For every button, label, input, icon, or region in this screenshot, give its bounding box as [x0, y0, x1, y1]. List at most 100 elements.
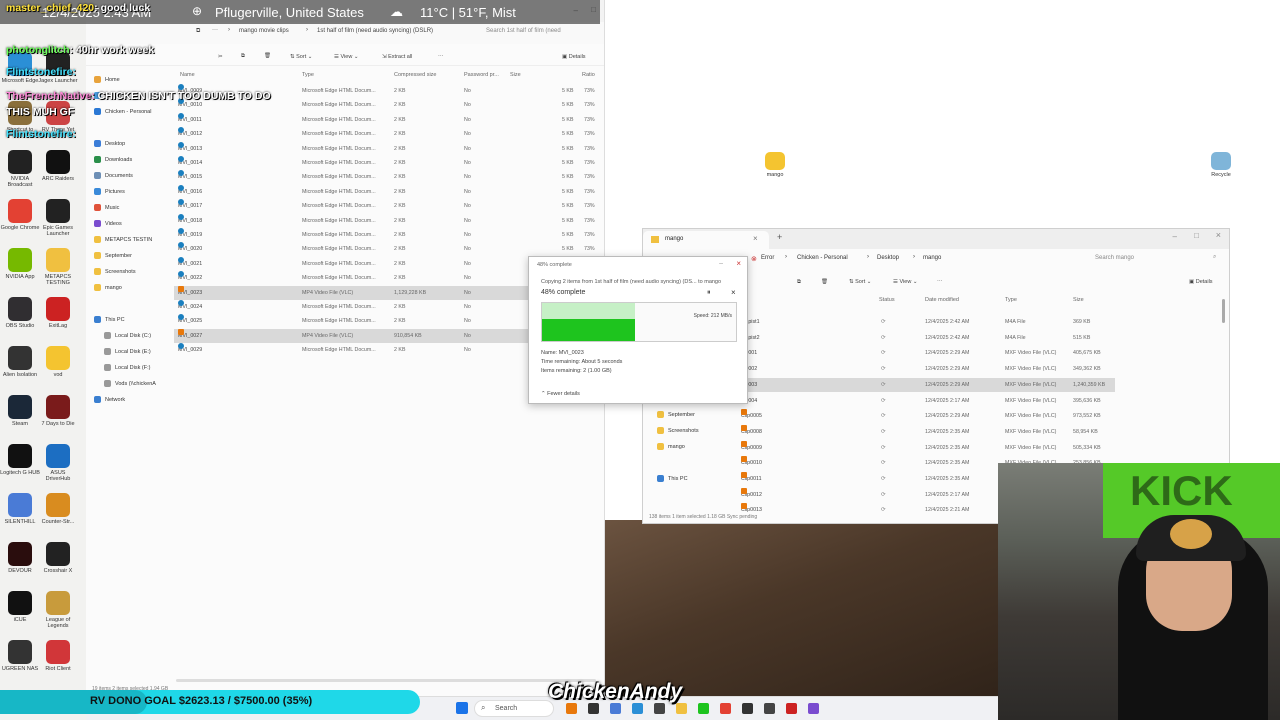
taskbar-search[interactable]: ⌕ Search [474, 700, 554, 717]
details-pane-button[interactable]: ▣ Details [1189, 279, 1213, 285]
more-options-button[interactable]: ··· [438, 53, 444, 59]
column-header-size[interactable]: Size [510, 72, 521, 78]
desktop-icon[interactable]: Epic Games Launcher [38, 199, 78, 237]
desktop-icon[interactable]: Steam [0, 395, 40, 427]
taskbar-app-icon[interactable] [764, 703, 775, 714]
desktop-icon[interactable]: 7 Days to Die [38, 395, 78, 427]
table-row[interactable]: MVI_0017 Microsoft Edge HTML Docum... 2 KB… [174, 199, 595, 213]
desktop-icon[interactable]: Recycle [1201, 152, 1241, 178]
nav-item[interactable]: September [94, 250, 132, 262]
column-header-ratio[interactable]: Ratio [582, 72, 595, 78]
nav-item[interactable]: mango [657, 441, 685, 453]
taskbar-app-icon[interactable] [676, 703, 687, 714]
nav-item[interactable]: Screenshots [657, 425, 699, 437]
table-row[interactable]: ...0001 ⟳ 12/4/2025 2:29 AM MXF Video File … [739, 346, 1115, 360]
nav-item[interactable]: September [657, 409, 695, 421]
desktop-icon[interactable]: League of Legends [38, 591, 78, 629]
copy-path-icon[interactable]: ⧉ [196, 28, 200, 35]
table-row[interactable]: MVI_0018 Microsoft Edge HTML Docum... 2 KB… [174, 213, 595, 228]
search-input[interactable]: Search mango [1095, 255, 1134, 261]
table-row[interactable]: ...0002 ⟳ 12/4/2025 2:29 AM MXF Video File … [739, 362, 1115, 376]
taskbar-app-icon[interactable] [786, 703, 797, 714]
nav-item[interactable]: Local Disk (F:) [104, 362, 150, 374]
taskbar-app-icon[interactable] [654, 703, 665, 714]
column-header-date[interactable]: Date modified [925, 297, 959, 303]
desktop-icon[interactable]: iCUE [0, 591, 40, 623]
table-row[interactable]: ...0003 ⟳ 12/4/2025 2:29 AM MXF Video File … [739, 377, 1115, 392]
taskbar-app-icon[interactable] [610, 703, 621, 714]
nav-item[interactable]: Vods (\\chickenA [104, 378, 156, 390]
table-row[interactable]: ...apist1 ⟳ 12/4/2025 2:42 AM M4A File 369 K… [739, 315, 1115, 329]
sort-button[interactable]: ⇅ Sort ⌄ [849, 279, 871, 285]
minimize-icon[interactable]: – [719, 260, 723, 267]
search-input[interactable]: Search 1st half of film (need [486, 28, 561, 34]
new-tab-icon[interactable]: + [777, 232, 782, 242]
desktop-icon[interactable]: Logitech G HUB [0, 444, 40, 476]
start-icon[interactable] [456, 702, 468, 714]
column-header-size[interactable]: Size [1073, 297, 1084, 303]
desktop-icon[interactable]: Riot Client [38, 640, 78, 672]
column-header-password[interactable]: Password pr... [464, 72, 499, 78]
cancel-icon[interactable]: × [731, 288, 736, 297]
nav-item[interactable]: Screenshots [94, 266, 136, 278]
table-row[interactable]: MVI_0016 Microsoft Edge HTML Docum... 2 KB… [174, 184, 595, 199]
delete-icon[interactable]: 🗑 [821, 279, 828, 285]
desktop-icon[interactable]: vod [38, 346, 78, 378]
column-header-type[interactable]: Type [302, 72, 314, 78]
view-button[interactable]: ☰ View ⌄ [334, 54, 358, 60]
nav-item[interactable]: Pictures [94, 186, 125, 198]
nav-item[interactable]: Music [94, 202, 119, 214]
table-row[interactable]: MVI_0020 Microsoft Edge HTML Docum... 2 KB… [174, 242, 595, 256]
breadcrumb-item[interactable]: Error [761, 255, 774, 261]
breadcrumb-item[interactable]: mango movie clips [239, 28, 289, 34]
more-options-button[interactable]: ··· [937, 278, 943, 284]
breadcrumb-item[interactable]: Chicken - Personal [797, 255, 848, 261]
cut-icon[interactable]: ✂ [218, 54, 223, 60]
copy-icon[interactable]: ⧉ [241, 53, 245, 60]
breadcrumb-item[interactable]: Desktop [877, 255, 899, 261]
nav-item[interactable]: This PC [94, 314, 125, 326]
column-header-compressed[interactable]: Compressed size [394, 72, 437, 78]
breadcrumb-item[interactable]: mango [923, 255, 941, 261]
nav-item[interactable]: Network [94, 394, 125, 406]
nav-item[interactable]: Videos [94, 218, 122, 230]
tab-mango[interactable]: mango × [643, 231, 769, 249]
table-row[interactable]: MVI_0014 Microsoft Edge HTML Docum... 2 KB… [174, 156, 595, 170]
details-pane-button[interactable]: ▣ Details [562, 54, 586, 60]
table-row[interactable]: MVI_0011 Microsoft Edge HTML Docum... 2 KB… [174, 112, 595, 127]
desktop-icon[interactable]: mango [755, 152, 795, 178]
vertical-scrollbar[interactable] [1222, 299, 1225, 323]
nav-item[interactable]: Downloads [94, 154, 132, 166]
desktop-icon[interactable]: METAPCS TESTING [38, 248, 78, 286]
view-button[interactable]: ☰ View ⌄ [893, 279, 917, 285]
desktop-icon[interactable]: NVIDIA App [0, 248, 40, 280]
close-icon[interactable]: × [736, 259, 741, 268]
taskbar-app-icon[interactable] [588, 703, 599, 714]
nav-item[interactable]: Local Disk (E:) [104, 346, 151, 358]
desktop-icon[interactable]: ASUS DriverHub [38, 444, 78, 482]
column-header-type[interactable]: Type [1005, 297, 1017, 303]
maximize-icon[interactable]: □ [1194, 231, 1199, 240]
desktop-icon[interactable]: SILENTHILL [0, 493, 40, 525]
taskbar-app-icon[interactable] [742, 703, 753, 714]
table-row[interactable]: Clip0009 ⟳ 12/4/2025 2:35 AM MXF Video File… [739, 440, 1115, 455]
taskbar-app-icon[interactable] [632, 703, 643, 714]
nav-item[interactable]: Home [94, 74, 120, 86]
nav-item[interactable]: METAPCS TESTIN [94, 234, 152, 246]
desktop-icon[interactable]: DEVOUR [0, 542, 40, 574]
copy-icon[interactable]: ⧉ [797, 279, 801, 286]
column-header-status[interactable]: Status [879, 297, 895, 303]
extract-all-button[interactable]: ⇲ Extract all [382, 54, 412, 60]
sort-button[interactable]: ⇅ Sort ⌄ [290, 54, 312, 60]
desktop-icon[interactable]: Alien Isolation [0, 346, 40, 378]
close-icon[interactable]: × [1216, 230, 1221, 240]
desktop-icon[interactable]: OBS Studio [0, 297, 40, 329]
table-row[interactable]: Clip0008 ⟳ 12/4/2025 2:35 AM MXF Video File… [739, 424, 1115, 439]
taskbar-app-icon[interactable] [720, 703, 731, 714]
fewer-details-button[interactable]: ⌃ Fewer details [541, 391, 580, 397]
horizontal-scrollbar[interactable] [176, 679, 596, 682]
column-header-name[interactable]: Name [180, 72, 195, 78]
desktop-icon[interactable]: ARC Raiders [38, 150, 78, 182]
pause-icon[interactable]: ⏸ [707, 289, 711, 297]
nav-item[interactable]: Documents [94, 170, 133, 182]
